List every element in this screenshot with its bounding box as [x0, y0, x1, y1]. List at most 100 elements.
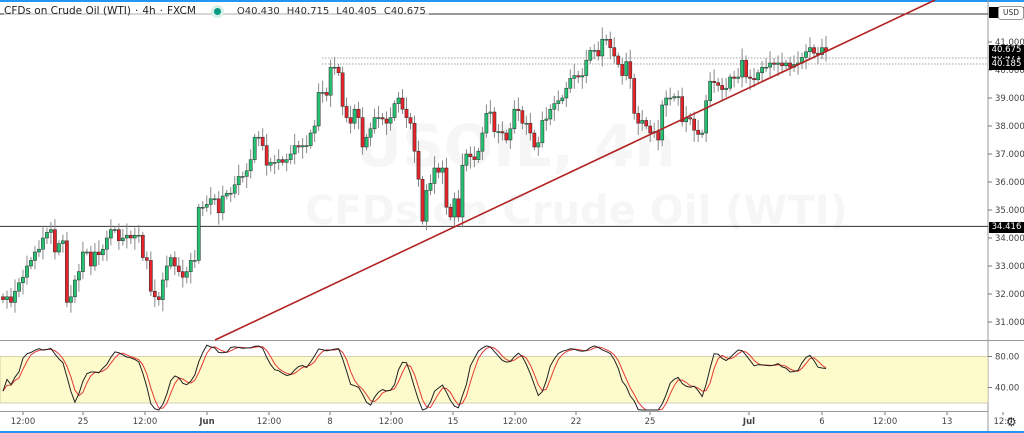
candle	[49, 222, 53, 245]
candle	[704, 94, 708, 142]
candle	[512, 100, 517, 134]
bear-candle-body	[380, 117, 385, 120]
bull-candle-body	[81, 251, 85, 272]
candle	[668, 87, 673, 106]
candle	[260, 128, 265, 151]
candle	[97, 240, 101, 266]
bull-candle-body	[672, 96, 677, 99]
bear-candle-body	[812, 47, 816, 54]
bull-candle-body	[376, 117, 381, 119]
bull-candle-body	[604, 38, 609, 41]
bull-candle-body	[784, 62, 788, 67]
interval[interactable]: 4h	[142, 5, 155, 17]
bull-candle-body	[25, 265, 29, 278]
bear-candle-body	[264, 145, 269, 166]
candle	[544, 107, 549, 131]
bear-candle-body	[340, 72, 345, 107]
bull-candle-body	[668, 97, 673, 100]
bear-candle-body	[324, 92, 329, 96]
bull-candle-body	[272, 162, 277, 164]
candle	[53, 219, 57, 260]
bull-candle-body	[105, 237, 109, 250]
bull-candle-body	[580, 75, 585, 78]
price-chart[interactable]: 41.00040.00039.00038.00037.00036.00035.0…	[0, 0, 1024, 433]
candle	[576, 70, 581, 84]
symbol-name[interactable]: CFDs on Crude Oil (WTI)	[4, 5, 131, 17]
bull-candle-body	[392, 103, 397, 118]
candle	[740, 48, 744, 88]
candle	[800, 52, 804, 70]
bull-candle-body	[804, 51, 808, 58]
candle	[820, 38, 824, 60]
candle	[136, 224, 141, 243]
x-tick-label: 12:00	[503, 417, 528, 427]
candle	[308, 129, 313, 149]
candle	[764, 58, 768, 72]
bull-candle-body	[488, 111, 493, 114]
candle	[532, 129, 537, 151]
bear-candle-body	[420, 178, 425, 222]
bear-candle-body	[500, 131, 505, 134]
bull-candle-body	[136, 234, 141, 237]
bull-candle-body	[192, 260, 197, 262]
candle	[176, 257, 181, 277]
candle	[524, 115, 529, 135]
candle	[105, 230, 109, 261]
bull-candle-body	[73, 279, 77, 298]
candle	[736, 68, 740, 84]
bear-candle-body	[720, 85, 724, 90]
y-tick-label: 33.000	[995, 262, 1024, 272]
last-price-tag: 40.675	[989, 45, 1024, 56]
bull-candle-body	[536, 142, 541, 148]
bull-candle-body	[168, 257, 173, 267]
candle	[556, 90, 561, 112]
candle	[21, 269, 25, 295]
bear-candle-body	[260, 136, 265, 146]
candle	[708, 72, 712, 106]
candle	[640, 110, 645, 131]
candle	[89, 245, 93, 275]
candle	[121, 229, 125, 246]
bull-candle-body	[736, 76, 740, 79]
bull-candle-body	[768, 62, 772, 68]
bull-candle-body	[624, 61, 629, 76]
bull-candle-body	[196, 206, 201, 261]
gear-icon[interactable]: ⚙	[1006, 415, 1017, 429]
candle	[344, 97, 349, 123]
candle	[380, 112, 385, 126]
candle	[188, 252, 193, 284]
candle	[424, 184, 429, 231]
candle	[248, 149, 253, 179]
x-tick-label: 8	[327, 417, 332, 427]
bear-candle-body	[65, 240, 69, 303]
bull-candle-body	[452, 198, 457, 218]
bull-candle-body	[708, 80, 712, 102]
bull-candle-body	[544, 118, 549, 121]
currency-button[interactable]: USD	[998, 6, 1024, 20]
x-tick-label: 25	[645, 417, 656, 427]
bull-candle-body	[109, 229, 113, 239]
candle	[240, 171, 245, 183]
bull-candle-body	[352, 108, 357, 124]
bull-candle-body	[776, 62, 780, 65]
bull-candle-body	[224, 192, 229, 197]
candle	[168, 254, 173, 270]
bear-candle-body	[176, 265, 181, 272]
candle	[360, 107, 365, 155]
candle	[592, 44, 597, 60]
separator: ·	[134, 5, 139, 17]
candle	[436, 163, 441, 179]
candle	[700, 129, 705, 138]
bear-candle-body	[616, 55, 621, 65]
bear-candle-body	[148, 260, 153, 292]
candle	[312, 119, 317, 142]
bull-candle-body	[552, 103, 557, 110]
bear-candle-body	[656, 131, 661, 141]
bull-candle-body	[101, 248, 105, 256]
bull-candle-body	[252, 136, 257, 160]
candle	[172, 251, 177, 275]
bear-candle-body	[504, 132, 509, 141]
candle	[624, 52, 629, 81]
candle	[284, 153, 289, 172]
candle	[604, 34, 609, 46]
